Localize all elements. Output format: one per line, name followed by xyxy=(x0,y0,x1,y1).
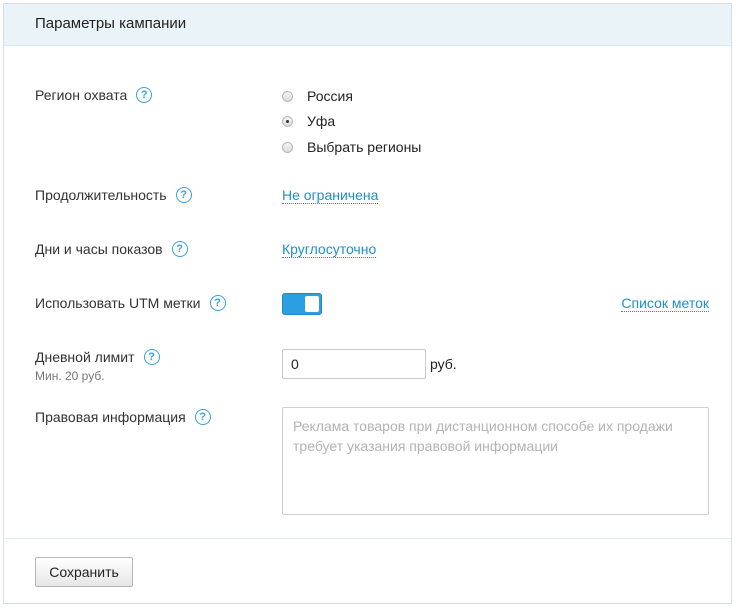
radio-button[interactable] xyxy=(282,90,293,102)
help-icon[interactable]: ? xyxy=(136,87,153,103)
region-option-label: Россия xyxy=(307,88,353,104)
duration-label: Продолжительность xyxy=(35,187,167,203)
toggle-knob xyxy=(305,296,319,312)
help-icon[interactable]: ? xyxy=(209,295,226,311)
utm-toggle[interactable] xyxy=(282,293,322,315)
region-option-label: Уфа xyxy=(307,113,336,129)
schedule-link[interactable]: Круглосуточно xyxy=(282,241,377,258)
schedule-label-row: Дни и часы показов ? xyxy=(35,241,188,257)
legal-label-row: Правовая информация ? xyxy=(35,409,211,425)
utm-list-link[interactable]: Список меток xyxy=(621,295,709,312)
region-option-label: Выбрать регионы xyxy=(307,139,422,155)
duration-link[interactable]: Не ограничена xyxy=(282,187,379,204)
daily-limit-label: Дневной лимит xyxy=(35,349,135,365)
duration-label-row: Продолжительность ? xyxy=(35,187,192,203)
campaign-settings-panel: Параметры кампании Регион охвата ? Росси… xyxy=(3,3,732,604)
footer-divider xyxy=(4,538,731,539)
schedule-label: Дни и часы показов xyxy=(35,241,163,257)
help-icon[interactable]: ? xyxy=(194,409,211,425)
help-icon[interactable]: ? xyxy=(171,241,188,257)
region-option-russia[interactable]: Россия xyxy=(282,88,353,104)
legal-label: Правовая информация xyxy=(35,409,186,425)
region-option-ufa[interactable]: Уфа xyxy=(282,113,335,129)
currency-label: руб. xyxy=(430,356,457,372)
daily-limit-label-row: Дневной лимит ? xyxy=(35,349,160,365)
region-label: Регион охвата xyxy=(35,87,128,103)
radio-button[interactable] xyxy=(282,141,293,153)
page-title: Параметры кампании xyxy=(35,15,187,32)
region-option-choose[interactable]: Выбрать регионы xyxy=(282,139,421,155)
help-icon[interactable]: ? xyxy=(143,349,160,365)
utm-label: Использовать UTM метки xyxy=(35,295,201,311)
daily-limit-input[interactable] xyxy=(282,349,426,379)
help-icon[interactable]: ? xyxy=(175,187,192,203)
panel-header: Параметры кампании xyxy=(4,4,731,46)
daily-limit-hint: Мин. 20 руб. xyxy=(35,369,105,383)
region-label-row: Регион охвата ? xyxy=(35,87,153,103)
legal-info-textarea[interactable] xyxy=(282,407,709,515)
save-button[interactable]: Сохранить xyxy=(35,557,133,587)
utm-label-row: Использовать UTM метки ? xyxy=(35,295,226,311)
radio-button-checked[interactable] xyxy=(282,115,293,127)
